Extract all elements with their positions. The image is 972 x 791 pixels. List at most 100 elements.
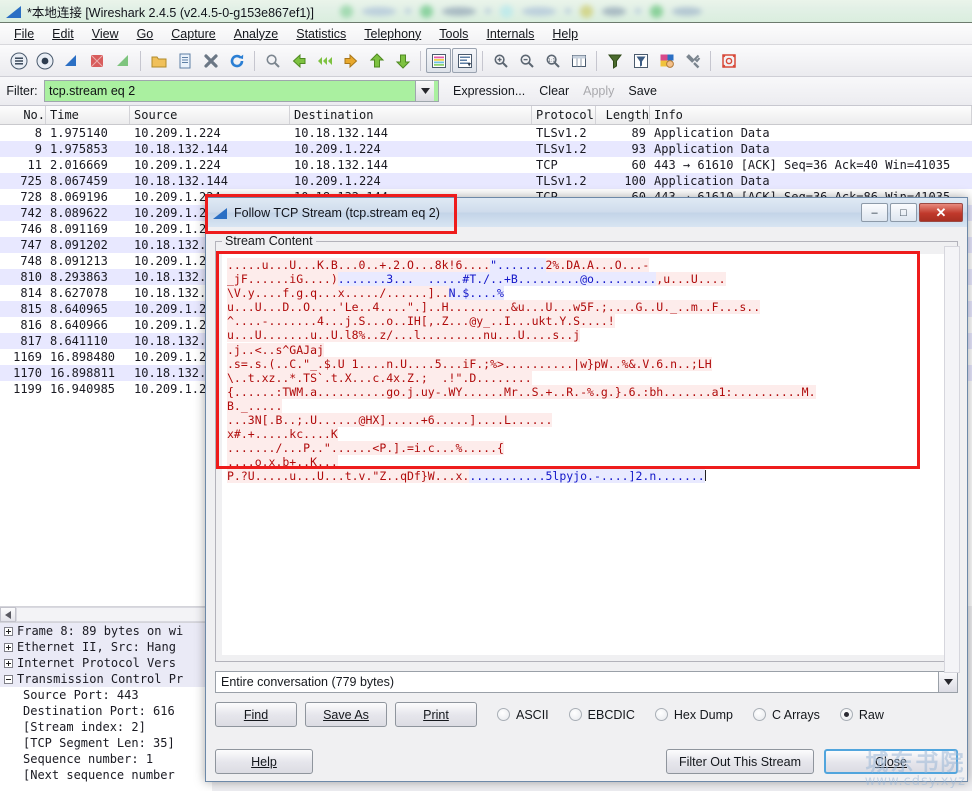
tree-item[interactable]: Internet Protocol Vers	[0, 655, 212, 671]
find-packet-icon[interactable]	[260, 48, 285, 73]
help-button[interactable]: Help	[215, 749, 313, 774]
stop-capture-icon[interactable]	[32, 48, 57, 73]
filter-apply-button[interactable]: Apply	[583, 84, 614, 98]
menu-item-analyze[interactable]: Analyze	[225, 25, 287, 43]
expand-icon[interactable]	[4, 642, 13, 652]
maximize-button[interactable]: □	[890, 203, 917, 222]
column-header-protocol[interactable]: Protocol	[532, 106, 596, 124]
preferences-icon[interactable]	[680, 48, 705, 73]
tree-item[interactable]: Destination Port: 616	[0, 703, 212, 719]
reload-icon[interactable]	[224, 48, 249, 73]
menu-item-edit[interactable]: Edit	[43, 25, 83, 43]
find-button[interactable]: Find	[215, 702, 297, 727]
menu-item-statistics[interactable]: Statistics	[287, 25, 355, 43]
restart-capture-icon[interactable]	[58, 48, 83, 73]
column-header-length[interactable]: Length	[596, 106, 650, 124]
display-filters-icon[interactable]	[628, 48, 653, 73]
start-capture-icon[interactable]	[6, 48, 31, 73]
expand-icon[interactable]	[4, 658, 13, 668]
follow-tcp-stream-dialog[interactable]: Follow TCP Stream (tcp.stream eq 2) – □ …	[205, 197, 968, 782]
go-back-icon[interactable]	[286, 48, 311, 73]
colorize-icon[interactable]	[426, 48, 451, 73]
stream-content-text[interactable]: .....u...U...K.B...0..+.2.O...8k!6....".…	[222, 254, 951, 655]
column-header-info[interactable]: Info	[650, 106, 972, 124]
close-window-button[interactable]: ✕	[919, 203, 963, 222]
tree-item[interactable]: Sequence number: 1	[0, 751, 212, 767]
format-radio-ascii[interactable]: ASCII	[497, 708, 549, 722]
go-forward-icon[interactable]	[312, 48, 337, 73]
zoom-reset-icon[interactable]: 1:1	[540, 48, 565, 73]
cell-no: 11	[27, 158, 42, 172]
menu-item-telephony[interactable]: Telephony	[355, 25, 430, 43]
format-radio-raw[interactable]: Raw	[839, 708, 884, 722]
go-to-packet-icon[interactable]	[338, 48, 363, 73]
close-file-icon[interactable]	[198, 48, 223, 73]
tree-item[interactable]: [Next sequence number	[0, 767, 212, 783]
chevron-down-icon[interactable]	[938, 672, 957, 692]
main-toolbar: 1:1	[0, 45, 972, 77]
format-radio-hex-dump[interactable]: Hex Dump	[654, 708, 733, 722]
filter-input[interactable]	[45, 81, 415, 101]
print-button[interactable]: Print	[395, 702, 477, 727]
close-button[interactable]: Close	[824, 749, 958, 774]
hscroll-track[interactable]	[16, 607, 212, 622]
menu-item-file[interactable]: File	[5, 25, 43, 43]
capture-options-icon[interactable]	[84, 48, 109, 73]
save-file-icon[interactable]	[172, 48, 197, 73]
tree-item[interactable]: Source Port: 443	[0, 687, 212, 703]
table-row[interactable]: 8 1.975140 10.209.1.224 10.18.132.144 TLSv1.…	[0, 125, 972, 141]
tree-item[interactable]: Ethernet II, Src: Hang	[0, 639, 212, 655]
hscroll-left-arrow[interactable]	[0, 607, 16, 622]
conversation-select[interactable]: Entire conversation (779 bytes)	[215, 671, 958, 693]
menu-item-capture[interactable]: Capture	[162, 25, 224, 43]
tree-item[interactable]: [TCP Segment Len: 35]	[0, 735, 212, 751]
zoom-out-icon[interactable]	[514, 48, 539, 73]
cell-time: 8.641110	[50, 334, 108, 348]
format-radio-c-arrays[interactable]: C Arrays	[752, 708, 820, 722]
go-last-packet-icon[interactable]	[390, 48, 415, 73]
tree-item[interactable]: Frame 8: 89 bytes on wi	[0, 623, 212, 639]
help-contents-icon[interactable]	[716, 48, 741, 73]
filter-input-wrapper[interactable]	[44, 80, 439, 102]
tree-item[interactable]: Transmission Control Pr	[0, 671, 212, 687]
menu-item-internals[interactable]: Internals	[477, 25, 543, 43]
menu-item-help[interactable]: Help	[543, 25, 587, 43]
column-header-no[interactable]: No.	[0, 106, 46, 124]
capture-filters-icon[interactable]	[602, 48, 627, 73]
cell-time: 16.940985	[50, 382, 116, 396]
stream-content-vscrollbar[interactable]	[944, 246, 960, 673]
packet-list-hscrollbar[interactable]	[0, 606, 212, 623]
auto-scroll-icon[interactable]	[452, 48, 477, 73]
packet-detail-pane[interactable]: Frame 8: 89 bytes on wi Ethernet II, Src:…	[0, 623, 212, 791]
filter-save-button[interactable]: Save	[628, 84, 657, 98]
menu-item-view[interactable]: View	[83, 25, 128, 43]
capture-filter-icon[interactable]	[110, 48, 135, 73]
dialog-titlebar[interactable]: Follow TCP Stream (tcp.stream eq 2) – □ …	[206, 198, 967, 227]
table-row[interactable]: 9 1.975853 10.18.132.144 10.209.1.224 TLSv1.…	[0, 141, 972, 157]
go-first-packet-icon[interactable]	[364, 48, 389, 73]
filter-expression-button[interactable]: Expression...	[453, 84, 525, 98]
coloring-rules-icon[interactable]	[654, 48, 679, 73]
collapse-icon[interactable]	[4, 674, 13, 684]
packet-list-header: No. Time Source Destination Protocol Len…	[0, 106, 972, 125]
filter-clear-button[interactable]: Clear	[539, 84, 569, 98]
table-row[interactable]: 11 2.016669 10.209.1.224 10.18.132.144 TCP 60…	[0, 157, 972, 173]
open-file-icon[interactable]	[146, 48, 171, 73]
format-radio-ebcdic[interactable]: EBCDIC	[568, 708, 635, 722]
resize-columns-icon[interactable]	[566, 48, 591, 73]
table-row[interactable]: 725 8.067459 10.18.132.144 10.209.1.224 TLSv…	[0, 173, 972, 189]
stream-segment-server: 2%.DA.A...O...-	[545, 258, 650, 272]
zoom-in-icon[interactable]	[488, 48, 513, 73]
menu-item-tools[interactable]: Tools	[430, 25, 477, 43]
menu-item-go[interactable]: Go	[128, 25, 163, 43]
filter-history-dropdown-icon[interactable]	[415, 81, 434, 101]
filter-out-this-stream-button[interactable]: Filter Out This Stream	[665, 749, 814, 774]
expand-icon[interactable]	[4, 626, 13, 636]
column-header-destination[interactable]: Destination	[290, 106, 532, 124]
save-as-button[interactable]: Save As	[305, 702, 387, 727]
tree-item[interactable]: [Stream index: 2]	[0, 719, 212, 735]
minimize-button[interactable]: –	[861, 203, 888, 222]
column-header-source[interactable]: Source	[130, 106, 290, 124]
wireshark-fin-icon	[213, 206, 228, 219]
column-header-time[interactable]: Time	[46, 106, 130, 124]
